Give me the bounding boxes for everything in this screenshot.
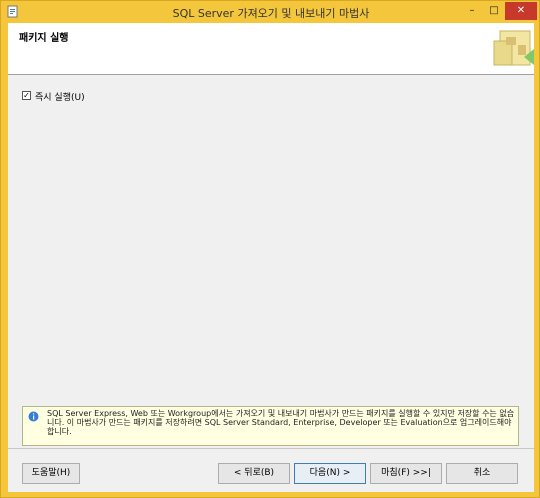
window-title: SQL Server 가져오기 및 내보내기 마법사 xyxy=(172,7,370,20)
close-button[interactable]: ✕ xyxy=(505,2,537,20)
minimize-button[interactable]: – xyxy=(461,2,483,20)
button-separator xyxy=(8,448,534,449)
info-panel: SQL Server Express, Web 또는 Workgroup에서는 … xyxy=(22,406,519,446)
wizard-window: SQL Server 가져오기 및 내보내기 마법사 – □ ✕ 패키지 실행 … xyxy=(0,0,540,498)
info-message: SQL Server Express, Web 또는 Workgroup에서는 … xyxy=(47,409,515,436)
finish-button[interactable]: 마침(F) >>| xyxy=(370,463,442,484)
title-bar[interactable]: SQL Server 가져오기 및 내보내기 마법사 – □ ✕ xyxy=(1,1,540,23)
package-graphic-icon xyxy=(493,30,534,66)
next-button[interactable]: 다음(N) > xyxy=(294,463,366,484)
info-icon xyxy=(28,411,39,422)
maximize-button[interactable]: □ xyxy=(483,2,505,20)
cancel-button[interactable]: 취소 xyxy=(446,463,518,484)
run-immediately-label[interactable]: 즉시 실행(U) xyxy=(35,90,85,103)
back-button[interactable]: < 뒤로(B) xyxy=(218,463,290,484)
page-header: 패키지 실행 xyxy=(8,23,534,75)
help-button[interactable]: 도움말(H) xyxy=(22,463,80,484)
run-immediately-checkbox[interactable]: ✓ xyxy=(22,91,31,100)
page-title: 패키지 실행 xyxy=(19,33,69,44)
wizard-client-area: 패키지 실행 ✓ 즉시 실행(U) SQL Server Express, We… xyxy=(8,23,534,492)
